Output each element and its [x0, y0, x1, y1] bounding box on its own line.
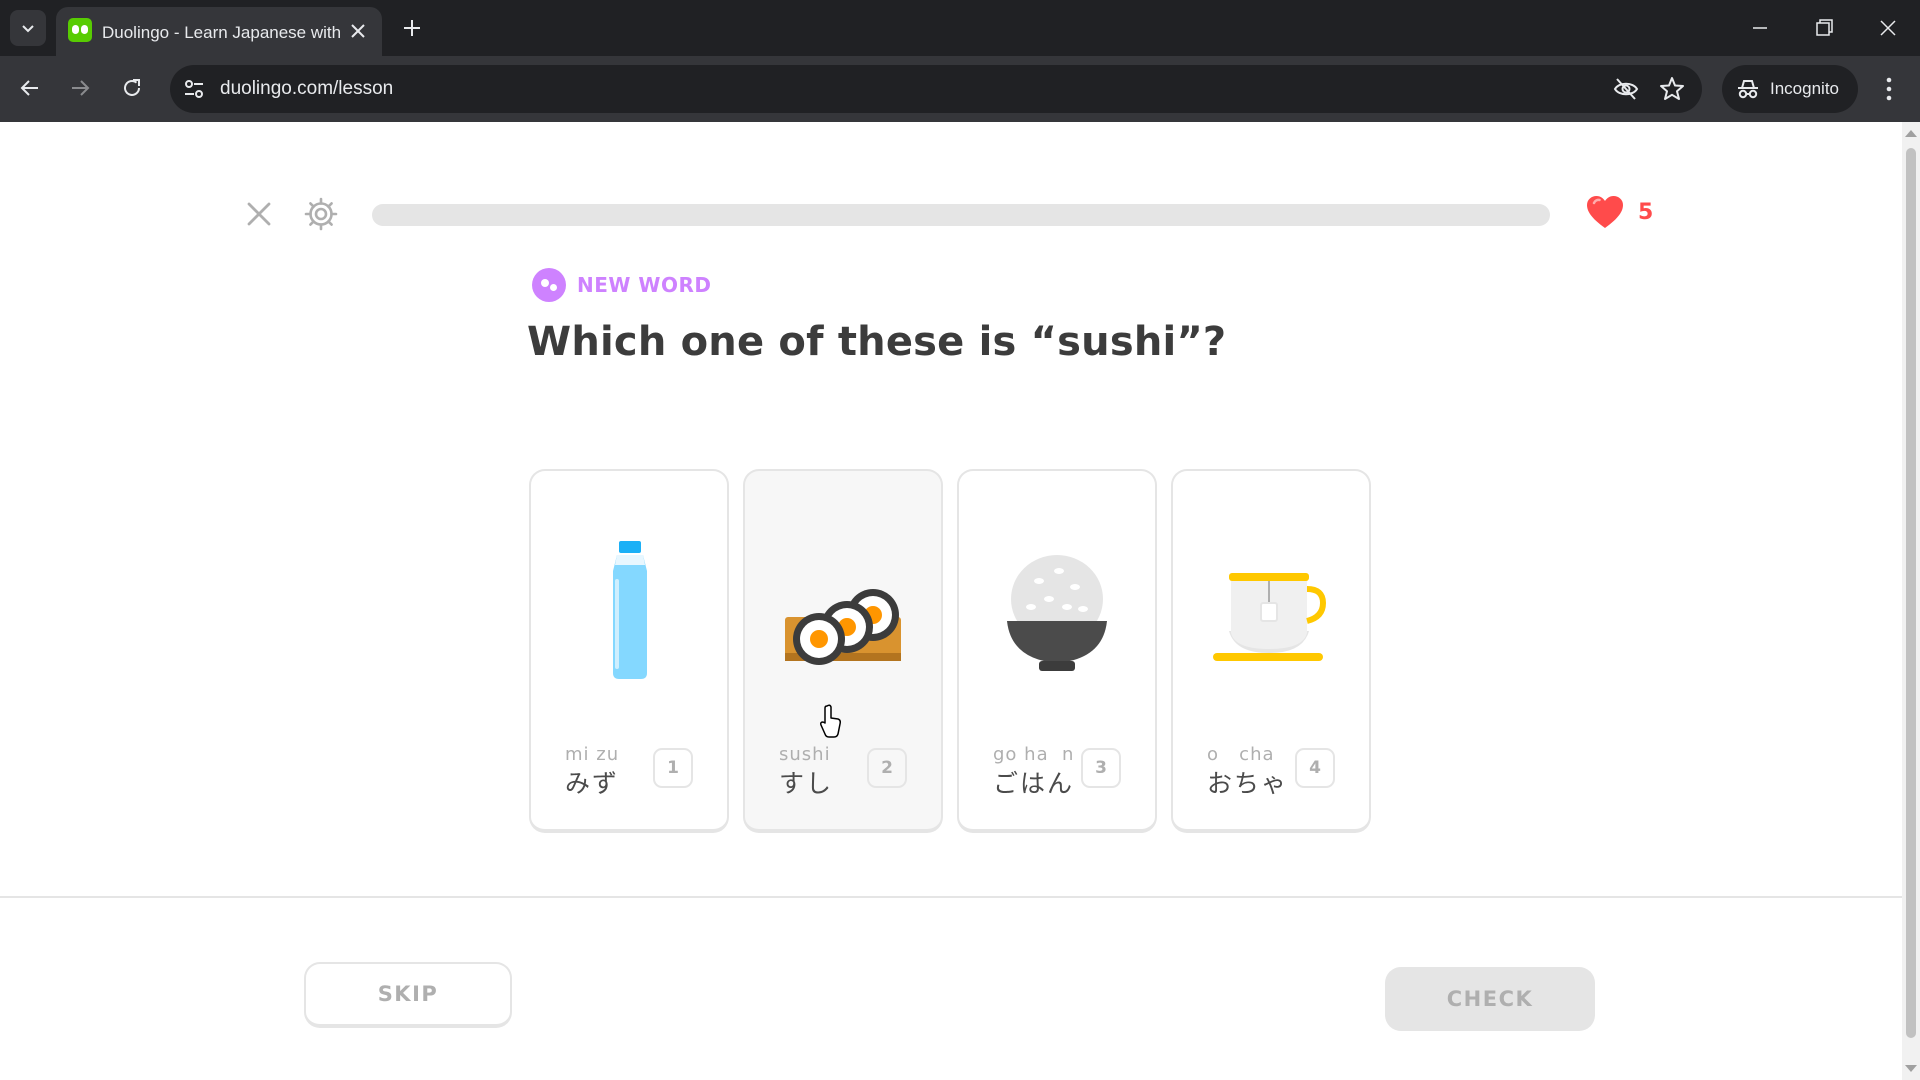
choice-romaji: sushi — [779, 744, 831, 765]
scroll-down-arrow-icon[interactable] — [1905, 1065, 1917, 1072]
page-scrollbar[interactable] — [1902, 122, 1920, 1080]
choice-card-ocha[interactable]: o cha おちゃ 4 — [1171, 469, 1371, 833]
new-word-icon — [532, 268, 566, 302]
tea-cup-icon — [1213, 573, 1327, 661]
footer-divider — [0, 896, 1902, 898]
address-bar[interactable]: duolingo.com/lesson — [170, 65, 1702, 113]
new-tab-plus-icon[interactable] — [396, 12, 428, 44]
choice-key-hint: 3 — [1081, 748, 1121, 788]
choice-romaji: go ha n — [993, 744, 1075, 765]
tab-close-icon[interactable] — [346, 19, 370, 43]
choice-key-hint: 4 — [1295, 748, 1335, 788]
water-bottle-icon — [613, 541, 647, 679]
new-word-label: NEW WORD — [577, 273, 712, 297]
minimize-icon[interactable] — [1740, 10, 1780, 46]
browser-tab-active[interactable]: Duolingo - Learn Japanese with — [56, 7, 382, 56]
more-options-icon[interactable] — [1874, 72, 1904, 106]
choice-card-sushi[interactable]: sushi すし 2 — [743, 469, 943, 833]
choice-kana: すし — [779, 769, 834, 798]
duolingo-favicon-icon — [68, 18, 92, 42]
chevron-down-icon — [22, 25, 34, 33]
incognito-label: Incognito — [1770, 79, 1839, 98]
incognito-icon — [1738, 80, 1758, 99]
browser-toolbar: duolingo.com/lesson Incognito — [0, 56, 1920, 122]
new-word-badge: NEW WORD — [532, 268, 712, 302]
hand-pointer-cursor-icon — [820, 704, 841, 738]
question-heading: Which one of these is “sushi”? — [527, 319, 1227, 365]
eye-slash-icon[interactable] — [1612, 75, 1640, 103]
choice-kana: みず — [565, 769, 620, 798]
lesson-page: 5 NEW WORD Which one of these is “sushi”… — [0, 122, 1902, 1080]
browser-tab-strip: Duolingo - Learn Japanese with — [0, 0, 1920, 56]
choice-kana: おちゃ — [1207, 769, 1289, 798]
url-text[interactable]: duolingo.com/lesson — [220, 78, 393, 100]
forward-arrow-icon[interactable] — [62, 70, 98, 106]
scroll-up-arrow-icon[interactable] — [1905, 130, 1917, 137]
lesson-progress-bar — [372, 204, 1550, 226]
choice-romaji: mi zu — [565, 744, 620, 765]
rice-bowl-icon — [1007, 555, 1107, 671]
choice-card-gohan[interactable]: go ha n ごはん 3 — [957, 469, 1157, 833]
tab-title: Duolingo - Learn Japanese with — [102, 23, 342, 42]
choice-list: mi zu みず 1 sushi すし 2 go ha n ごはん 3 o ch… — [529, 469, 1371, 833]
choice-kana: ごはん — [993, 769, 1075, 798]
incognito-indicator[interactable]: Incognito — [1722, 65, 1858, 113]
check-button[interactable]: CHECK — [1385, 967, 1595, 1031]
gear-icon[interactable] — [302, 195, 340, 233]
heart-icon[interactable] — [1585, 194, 1625, 230]
site-info-tune-icon[interactable] — [178, 73, 210, 105]
reload-icon[interactable] — [114, 70, 150, 106]
tab-search-button[interactable] — [10, 10, 46, 46]
scrollbar-thumb[interactable] — [1906, 148, 1916, 1038]
restore-window-icon[interactable] — [1804, 10, 1844, 46]
bookmark-star-icon[interactable] — [1658, 75, 1686, 103]
back-arrow-icon[interactable] — [12, 70, 48, 106]
choice-key-hint: 2 — [867, 748, 907, 788]
skip-button[interactable]: SKIP — [304, 962, 512, 1028]
choice-key-hint: 1 — [653, 748, 693, 788]
close-lesson-icon[interactable] — [242, 197, 276, 231]
sushi-icon — [785, 589, 901, 665]
choice-romaji: o cha — [1207, 744, 1275, 765]
hearts-count: 5 — [1638, 200, 1654, 225]
close-window-icon[interactable] — [1868, 10, 1908, 46]
choice-card-mizu[interactable]: mi zu みず 1 — [529, 469, 729, 833]
